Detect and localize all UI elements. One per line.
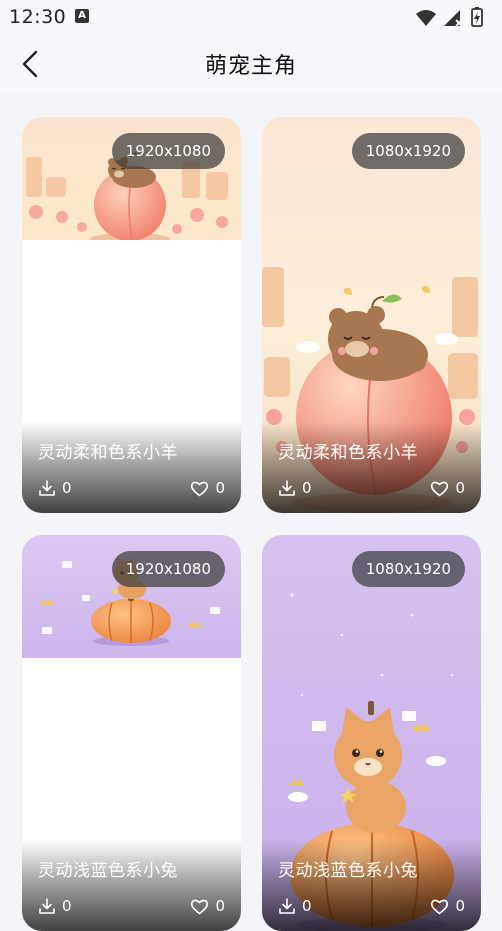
download-icon [279,480,295,496]
card-title: 灵动浅蓝色系小兔 [38,861,178,881]
heart-icon [431,899,449,914]
like-count[interactable]: 0 [190,479,225,497]
wallpaper-grid: 1920x1080 灵动柔和色系小羊 0 0 1080x1920 灵动柔和色系小… [0,94,502,931]
wallpaper-card[interactable]: 1920x1080 灵动浅蓝色系小兔 0 0 [22,535,241,931]
download-icon [39,480,55,496]
card-caption-overlay [262,421,481,513]
battery-icon [471,7,483,27]
card-caption-overlay [22,839,241,931]
heart-icon [191,899,209,914]
download-count[interactable]: 0 [38,479,72,497]
download-count-value: 0 [62,479,72,497]
card-caption-overlay [262,839,481,931]
like-count[interactable]: 0 [430,897,465,915]
signal-icon [444,10,463,27]
card-title: 灵动浅蓝色系小兔 [278,861,418,881]
like-count-value: 0 [455,897,465,915]
like-count-value: 0 [215,479,225,497]
like-count[interactable]: 0 [430,479,465,497]
wallpaper-card[interactable]: 1080x1920 灵动柔和色系小羊 0 0 [262,117,481,513]
card-title: 灵动柔和色系小羊 [38,443,178,463]
like-count-value: 0 [455,479,465,497]
status-bar: 12:30 A [0,0,502,34]
wifi-icon [416,10,436,26]
like-count[interactable]: 0 [190,897,225,915]
card-caption-overlay [22,421,241,513]
status-time: 12:30 [9,6,67,28]
download-count[interactable]: 0 [278,897,312,915]
download-count-value: 0 [62,897,72,915]
download-icon [39,898,55,914]
download-count-value: 0 [302,897,312,915]
download-count[interactable]: 0 [38,897,72,915]
resolution-badge: 1920x1080 [111,133,225,169]
like-count-value: 0 [215,897,225,915]
status-icons [416,7,483,27]
heart-icon [191,481,209,496]
resolution-badge: 1920x1080 [111,551,225,587]
header: 萌宠主角 [0,34,502,94]
heart-icon [431,481,449,496]
notification-icon: A [75,9,89,23]
resolution-badge: 1080x1920 [351,133,465,169]
card-title: 灵动柔和色系小羊 [278,443,418,463]
resolution-badge: 1080x1920 [351,551,465,587]
download-icon [279,898,295,914]
download-count-value: 0 [302,479,312,497]
wallpaper-card[interactable]: 1080x1920 灵动浅蓝色系小兔 0 0 [262,535,481,931]
wallpaper-card[interactable]: 1920x1080 灵动柔和色系小羊 0 0 [22,117,241,513]
download-count[interactable]: 0 [278,479,312,497]
page-title: 萌宠主角 [204,54,297,79]
